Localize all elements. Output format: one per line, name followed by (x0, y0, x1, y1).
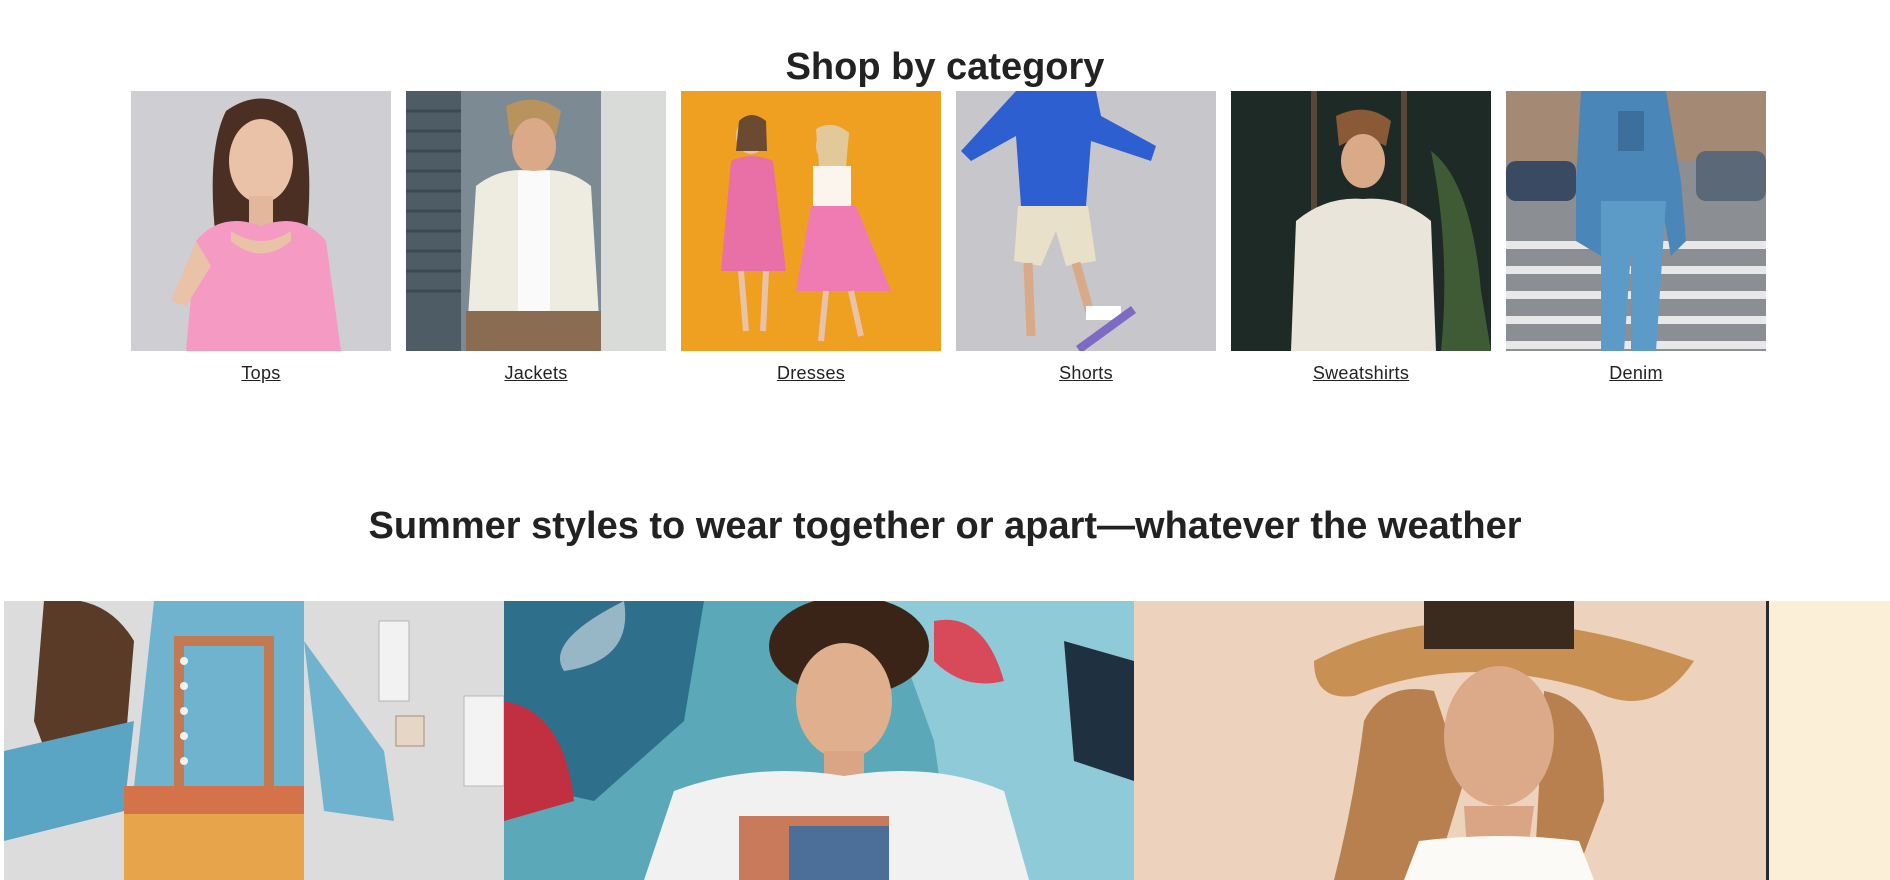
category-label-denim[interactable]: Denim (1506, 363, 1766, 384)
category-card-jackets[interactable]: Jackets (406, 91, 666, 384)
section-title-shop-by-category: Shop by category (785, 45, 1105, 88)
summer-tile-straw-hat[interactable] (1134, 601, 1766, 880)
category-image-tops[interactable] (131, 91, 391, 351)
summer-styles-banner (0, 601, 1890, 880)
category-image-sweatshirts[interactable] (1231, 91, 1491, 351)
category-image-shorts[interactable] (956, 91, 1216, 351)
category-card-tops[interactable]: Tops (131, 91, 391, 384)
category-label-jackets[interactable]: Jackets (406, 363, 666, 384)
section-title-summer-styles: Summer styles to wear together or apart—… (368, 504, 1522, 547)
category-image-denim[interactable] (1506, 91, 1766, 351)
summer-tile-embroidered-dress[interactable] (4, 601, 504, 880)
category-card-denim[interactable]: Denim (1506, 91, 1766, 384)
category-label-shorts[interactable]: Shorts (956, 363, 1216, 384)
category-label-sweatshirts[interactable]: Sweatshirts (1231, 363, 1491, 384)
category-image-jackets[interactable] (406, 91, 666, 351)
category-card-shorts[interactable]: Shorts (956, 91, 1216, 384)
category-label-tops[interactable]: Tops (131, 363, 391, 384)
category-card-dresses[interactable]: Dresses (681, 91, 941, 384)
category-card-sweatshirts[interactable]: Sweatshirts (1231, 91, 1491, 384)
summer-tile-graffiti-tee[interactable] (504, 601, 1134, 880)
category-label-dresses[interactable]: Dresses (681, 363, 941, 384)
summer-tile-partial[interactable] (1766, 601, 1890, 880)
category-image-dresses[interactable] (681, 91, 941, 351)
